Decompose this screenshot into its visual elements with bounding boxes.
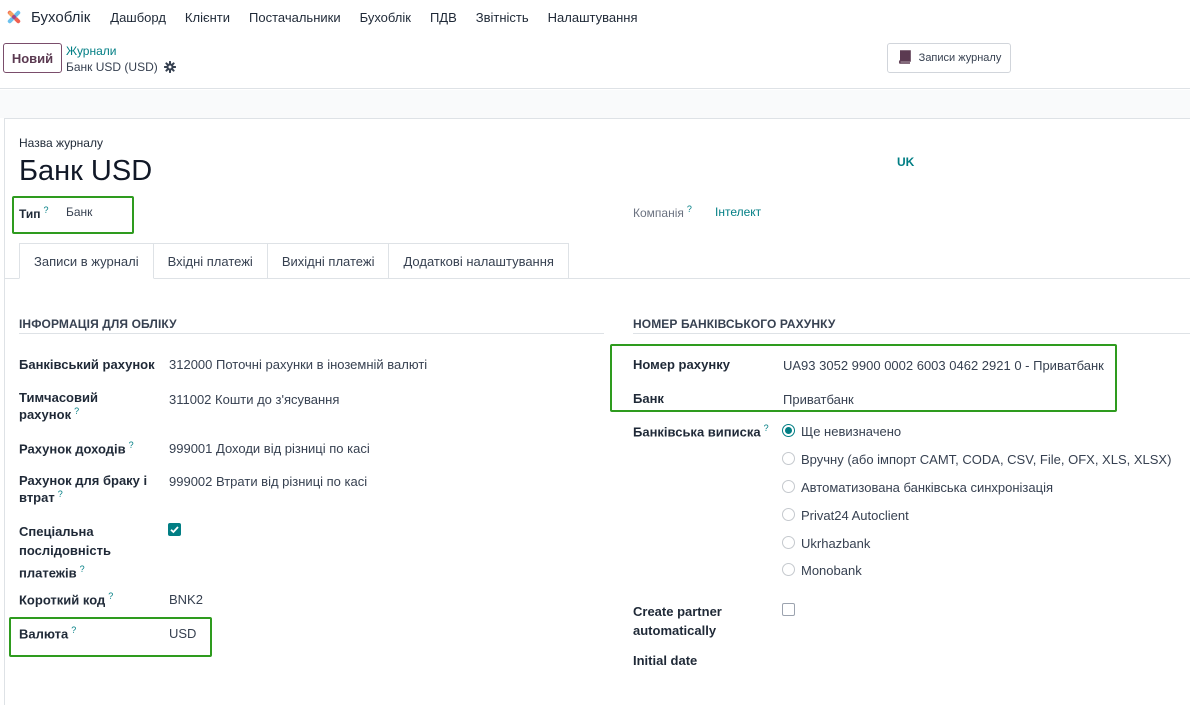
- new-button[interactable]: Новий: [3, 43, 62, 73]
- app-name[interactable]: Бухоблік: [31, 9, 90, 26]
- statement-radio-sync[interactable]: [782, 480, 795, 493]
- accounting-info-title: ІНФОРМАЦІЯ ДЛЯ ОБЛІКУ: [19, 317, 177, 331]
- statement-option-sync[interactable]: Автоматизована банківська синхронізація: [801, 480, 1053, 495]
- bank-section-divider: [633, 333, 1190, 334]
- tab-outgoing-payments[interactable]: Вихідні платежі: [267, 243, 390, 279]
- profit-account-value[interactable]: 999001 Доходи від різниці по касі: [169, 441, 370, 456]
- create-partner-label: Create partner automatically: [633, 604, 722, 638]
- menu-vat[interactable]: ПДВ: [430, 10, 457, 25]
- account-number-label: Номер рахунку: [633, 357, 730, 372]
- highlight-bank-box: [610, 344, 1117, 412]
- account-number-value[interactable]: UA93 3052 9900 0002 6003 0462 2921 0 - П…: [783, 358, 1104, 373]
- payment-sequence-label: Спеціальна послідовність платежів?: [19, 524, 111, 581]
- bank-account-value[interactable]: 312000 Поточні рахунки в іноземній валют…: [169, 357, 427, 372]
- page-background-band: [0, 90, 1190, 118]
- menu-configuration[interactable]: Налаштування: [548, 10, 638, 25]
- suspense-account-value[interactable]: 311002 Кошти до з'ясування: [169, 392, 339, 407]
- currency-value[interactable]: USD: [169, 626, 196, 641]
- bank-statement-label: Банківська виписка?: [633, 423, 769, 440]
- gear-icon[interactable]: [163, 61, 176, 73]
- statement-option-manual[interactable]: Вручну (або імпорт CAMT, CODA, CSV, File…: [801, 452, 1171, 467]
- journal-entries-label: Записи журналу: [918, 52, 1002, 64]
- company-value[interactable]: Інтелект: [715, 205, 761, 219]
- currency-label: Валюта?: [19, 625, 77, 642]
- statement-radio-ukrhazbank[interactable]: [782, 536, 795, 549]
- tab-incoming-payments[interactable]: Вхідні платежі: [153, 243, 268, 279]
- control-panel: Новий Журнали Банк USD (USD) Записи журн…: [0, 34, 1190, 89]
- app-logo-icon[interactable]: [5, 8, 23, 26]
- company-label: Компанія?: [633, 204, 692, 220]
- breadcrumb-journals-link[interactable]: Журнали: [66, 44, 117, 58]
- checkmark-icon: [170, 526, 179, 534]
- statement-option-undefined[interactable]: Ще невизначено: [801, 424, 901, 439]
- suspense-account-label: Тимчасовий рахунок?: [19, 390, 98, 422]
- menu-customers[interactable]: Клієнти: [185, 10, 230, 25]
- statement-radio-manual[interactable]: [782, 452, 795, 465]
- type-value[interactable]: Банк: [66, 205, 92, 219]
- statement-option-privat24[interactable]: Privat24 Autoclient: [801, 508, 909, 523]
- menu-dashboard[interactable]: Дашборд: [110, 10, 166, 25]
- breadcrumb-current: Банк USD (USD): [66, 60, 176, 74]
- menu-accounting[interactable]: Бухоблік: [360, 10, 411, 25]
- tab-journal-entries[interactable]: Записи в журналі: [19, 243, 154, 279]
- menu-vendors[interactable]: Постачальники: [249, 10, 341, 25]
- bank-label: Банк: [633, 391, 664, 406]
- statement-radio-privat24[interactable]: [782, 508, 795, 521]
- loss-account-value[interactable]: 999002 Втрати від різниці по касі: [169, 474, 367, 489]
- journal-name-label: Назва журналу: [19, 136, 103, 150]
- tab-advanced-settings[interactable]: Додаткові налаштування: [389, 243, 569, 279]
- bank-account-label: Банківський рахунок: [19, 357, 155, 372]
- type-label: Тип?: [19, 205, 49, 221]
- profit-account-label: Рахунок доходів?: [19, 440, 134, 457]
- statement-option-monobank[interactable]: Monobank: [801, 563, 862, 578]
- notebook-tabs: Записи в журналі Вхідні платежі Вихідні …: [19, 243, 569, 279]
- statement-option-ukrhazbank[interactable]: Ukrhazbank: [801, 536, 870, 551]
- short-code-label: Короткий код?: [19, 591, 114, 608]
- bank-value[interactable]: Приватбанк: [783, 392, 854, 407]
- accounting-section-divider: [19, 333, 604, 334]
- breadcrumb-current-label: Банк USD (USD): [66, 60, 158, 74]
- create-partner-checkbox[interactable]: [782, 603, 795, 616]
- bank-account-number-title: НОМЕР БАНКІВСЬКОГО РАХУНКУ: [633, 317, 836, 331]
- initial-date-label: Initial date: [633, 653, 698, 668]
- language-badge[interactable]: UK: [897, 155, 914, 169]
- statement-radio-monobank[interactable]: [782, 563, 795, 576]
- payment-sequence-checkbox[interactable]: [168, 523, 181, 536]
- journal-entries-button[interactable]: Записи журналу: [887, 43, 1011, 73]
- statement-radio-undefined[interactable]: [782, 424, 795, 437]
- short-code-value[interactable]: BNK2: [169, 592, 203, 607]
- menu-reporting[interactable]: Звітність: [476, 10, 529, 25]
- journal-name-input[interactable]: Банк USD: [19, 155, 152, 188]
- loss-account-label: Рахунок для браку і втрат?: [19, 473, 148, 505]
- book-icon: [897, 49, 913, 67]
- top-navbar: Бухоблік Дашборд Клієнти Постачальники Б…: [0, 0, 1190, 34]
